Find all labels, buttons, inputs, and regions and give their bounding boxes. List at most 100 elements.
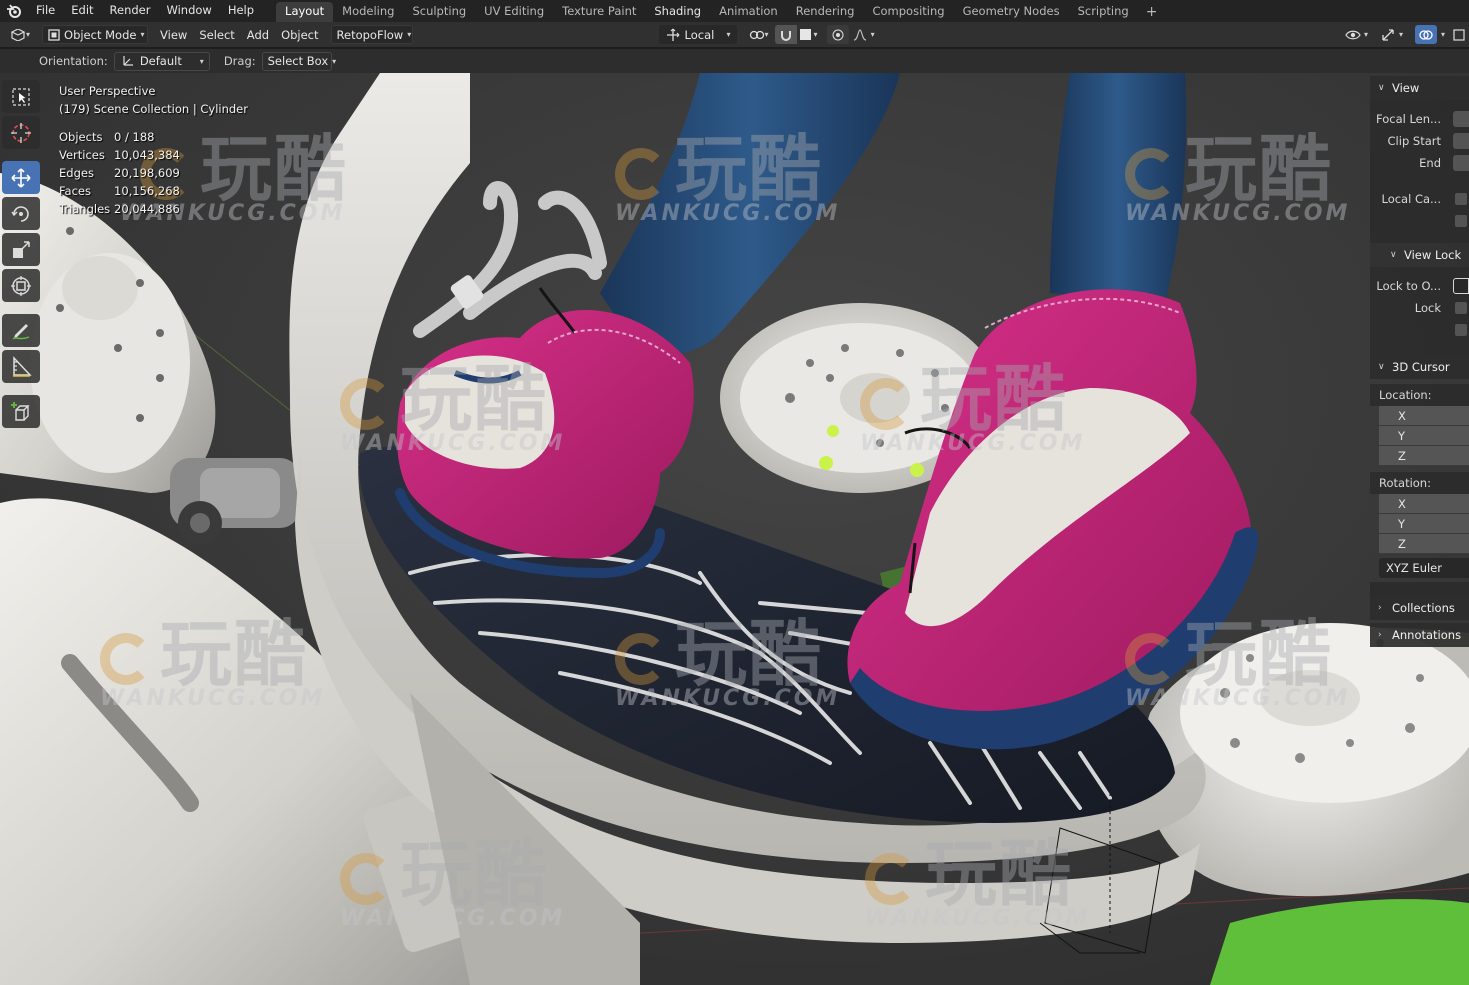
visibility-select[interactable]: ▾ (1339, 25, 1374, 44)
workspace-tabs: Layout Modeling Sculpting UV Editing Tex… (276, 0, 1165, 22)
lock-to-object-field[interactable]: Lock to O... (1370, 275, 1469, 297)
panel-view-lock-header[interactable]: ∨ View Lock (1370, 243, 1469, 267)
panel-collections-header[interactable]: › Collections (1370, 596, 1469, 620)
add-cube-icon (11, 401, 30, 421)
chevron-down-icon: ▾ (764, 29, 769, 39)
cursor-location-label: Location: (1370, 384, 1469, 406)
cursor-tool[interactable] (2, 116, 40, 149)
stat-row: Faces 10,156,268 (59, 184, 180, 198)
tab-scripting[interactable]: Scripting (1069, 2, 1138, 22)
mode-select[interactable]: Object Mode ▾ (42, 25, 149, 44)
menu-help[interactable]: Help (220, 0, 262, 22)
cursor-location-y[interactable]: Y (1379, 426, 1469, 446)
xray-icon (1451, 27, 1467, 43)
pivot-point-button[interactable]: ▾ (743, 25, 775, 44)
scene-statistics: Objects 0 / 188 Vertices 10,043,384 Edges 2… (59, 128, 180, 218)
stat-row: Objects 0 / 188 (59, 130, 155, 144)
blender-logo-icon[interactable] (0, 0, 28, 22)
orientation-value: Default (139, 54, 182, 68)
clip-start-field[interactable]: Clip Start (1370, 130, 1469, 152)
drag-value: Select Box (267, 54, 329, 68)
menu-render[interactable]: Render (102, 0, 159, 22)
overlays-toggle[interactable] (1414, 25, 1437, 44)
gizmo-select[interactable]: ▾ (1374, 25, 1409, 44)
orientation-axes-icon (120, 53, 136, 69)
header-menu-add[interactable]: Add (241, 25, 275, 44)
tab-sculpting[interactable]: Sculpting (403, 2, 475, 22)
tab-rendering[interactable]: Rendering (787, 2, 864, 22)
cursor-rotation-z[interactable]: Z (1379, 534, 1469, 554)
transform-tool[interactable] (2, 269, 40, 302)
tab-compositing[interactable]: Compositing (863, 2, 953, 22)
menu-file[interactable]: File (28, 0, 63, 22)
add-workspace-button[interactable]: + (1138, 2, 1166, 22)
drag-select[interactable]: Select Box ▾ (261, 51, 336, 71)
panel-3d-cursor-header[interactable]: ∨ 3D Cursor (1370, 355, 1469, 379)
drag-label: Drag: (223, 54, 256, 68)
tool-shelf (2, 80, 42, 428)
local-camera-checkbox[interactable]: Local Ca... (1370, 188, 1469, 210)
measure-tool[interactable] (2, 350, 40, 383)
xray-toggle[interactable] (1449, 25, 1469, 44)
pencil-icon (12, 323, 30, 340)
tab-shading[interactable]: Shading (645, 2, 710, 22)
scale-tool[interactable] (2, 233, 40, 266)
select-box-tool[interactable] (2, 80, 40, 113)
pivot-link-icon (749, 27, 765, 43)
lock-camera-checkbox[interactable] (1370, 319, 1469, 341)
clip-end-field[interactable]: End (1370, 152, 1469, 174)
menu-edit[interactable]: Edit (63, 0, 101, 22)
orientation-select[interactable]: Default ▾ (113, 51, 210, 71)
header-menu-object[interactable]: Object (275, 25, 324, 44)
rotate-tool[interactable] (2, 197, 40, 230)
rendered-scene (0, 73, 1469, 985)
transform-orientation-select[interactable]: Local ▾ (658, 25, 737, 44)
chevron-down-icon: ▾ (26, 29, 31, 39)
stat-row: Vertices 10,043,384 (59, 148, 180, 162)
annotate-tool[interactable] (2, 314, 40, 347)
cursor-rotation-x[interactable]: X (1379, 494, 1469, 514)
local-camera-field[interactable] (1370, 210, 1469, 232)
proportional-edit-toggle[interactable] (826, 25, 849, 44)
magnet-icon (778, 27, 794, 43)
chevron-down-icon: ▾ (1363, 29, 1368, 39)
lock-checkbox[interactable]: Lock (1370, 297, 1469, 319)
falloff-curve-icon (852, 27, 868, 43)
tab-layout[interactable]: Layout (276, 2, 334, 22)
tab-geometry-nodes[interactable]: Geometry Nodes (954, 2, 1069, 22)
editor-type-button[interactable]: ▾ (4, 25, 36, 44)
focal-length-field[interactable]: Focal Len... (1370, 108, 1469, 130)
tab-modeling[interactable]: Modeling (333, 2, 403, 22)
falloff-select[interactable]: ▾ (849, 25, 878, 44)
scale-icon (13, 240, 30, 258)
header-menu-select[interactable]: Select (193, 25, 240, 44)
cursor-rotation-y[interactable]: Y (1379, 514, 1469, 534)
cursor-location-x[interactable]: X (1379, 406, 1469, 426)
chevron-right-icon: › (1378, 603, 1382, 613)
retopoflow-label: RetopoFlow (336, 27, 404, 42)
snap-target-select[interactable]: ▾ (797, 25, 821, 44)
3d-cursor-icon (11, 122, 31, 143)
retopoflow-menu[interactable]: RetopoFlow ▾ (330, 25, 413, 44)
overlays-select[interactable]: ▾ (1437, 25, 1449, 44)
chevron-down-icon: ▾ (199, 56, 204, 66)
3d-viewport[interactable]: 玩酷 WANKUCG.COM 玩酷 WANKUCG.COM 玩酷 WANKUCG… (0, 73, 1469, 985)
move-tool[interactable] (2, 161, 40, 194)
header-menu-view[interactable]: View (154, 25, 193, 44)
add-cube-tool[interactable] (2, 395, 40, 428)
rotation-mode-select[interactable]: XYZ Euler (1379, 558, 1469, 578)
rotate-icon (11, 205, 29, 222)
chevron-down-icon: ∨ (1378, 362, 1385, 372)
object-mode-icon (48, 27, 60, 43)
menu-window[interactable]: Window (158, 0, 219, 22)
top-menu-bar: File Edit Render Window Help Layout Mode… (0, 0, 1469, 22)
tab-animation[interactable]: Animation (710, 2, 787, 22)
tab-texture-paint[interactable]: Texture Paint (553, 2, 645, 22)
cursor-location-z[interactable]: Z (1379, 446, 1469, 466)
panel-annotations-header[interactable]: › Annotations (1370, 623, 1469, 647)
panel-view-header[interactable]: ∨ View (1370, 76, 1469, 100)
chevron-down-icon: ▾ (332, 56, 337, 66)
tab-uv-editing[interactable]: UV Editing (475, 2, 553, 22)
snap-toggle[interactable] (774, 25, 797, 44)
chevron-down-icon: ▾ (870, 29, 875, 39)
